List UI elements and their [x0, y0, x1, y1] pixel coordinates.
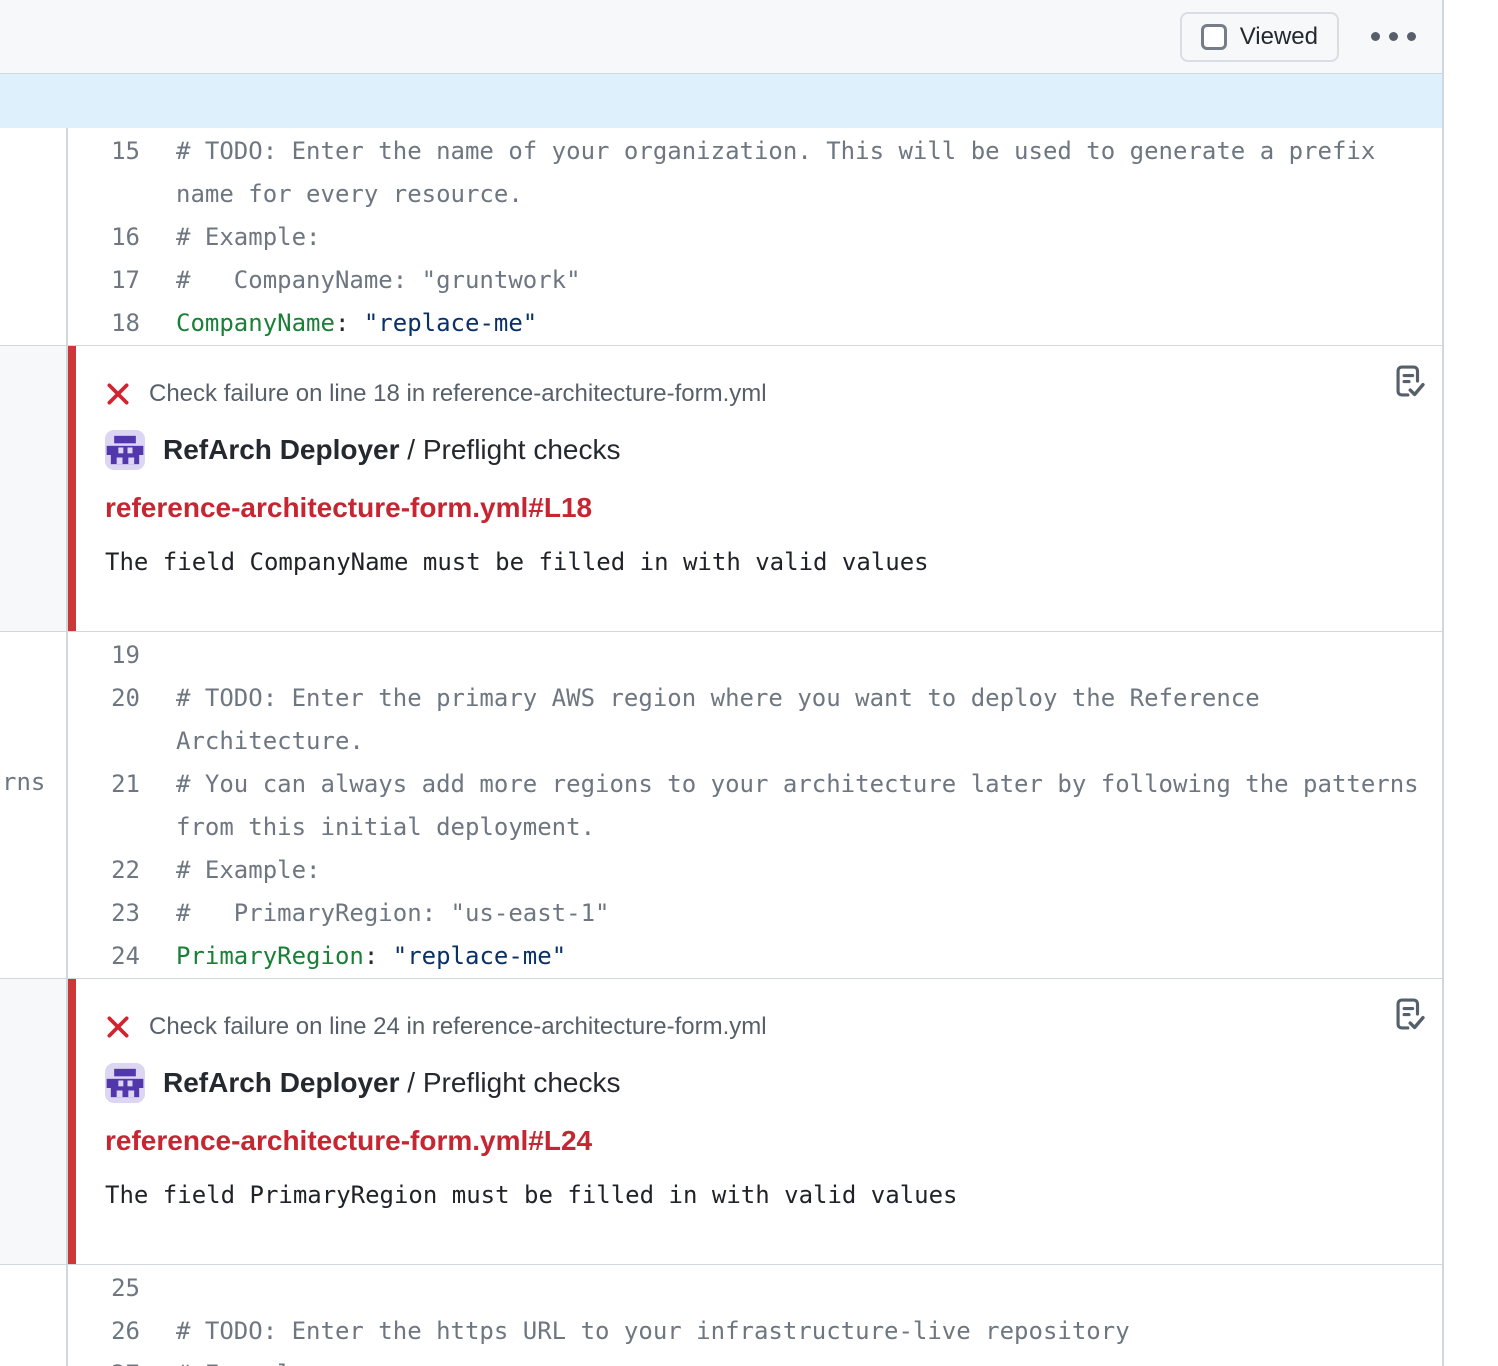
kebab-dot [1371, 32, 1380, 41]
code-line-row: 19 [68, 634, 1442, 677]
line-number[interactable]: 20 [68, 677, 140, 763]
app-name: RefArch Deployer [163, 1067, 400, 1098]
annotation-message: The field CompanyName must be filled in … [105, 548, 1382, 576]
viewed-checkbox-icon[interactable] [1201, 24, 1227, 50]
line-number[interactable]: 26 [68, 1310, 140, 1353]
new-side-code: 15# TODO: Enter the name of your organiz… [68, 128, 1442, 345]
code-text: # CompanyName: "gruntwork" [140, 259, 1442, 302]
checklist-icon [1392, 995, 1426, 1033]
viewed-label: Viewed [1240, 23, 1318, 51]
line-number[interactable]: 19 [68, 634, 140, 677]
check-failure-x-icon [105, 381, 131, 407]
code-text: # TODO: Enter the primary AWS region whe… [140, 677, 1442, 763]
code-line-row: 18CompanyName: "replace-me" [68, 302, 1442, 345]
line-number[interactable]: 27 [68, 1353, 140, 1366]
code-line-row: 26# TODO: Enter the https URL to your in… [68, 1310, 1442, 1353]
check-suite-context: / Preflight checks [407, 1067, 620, 1098]
code-text: # Example: [140, 1353, 1442, 1366]
line-number[interactable]: 15 [68, 130, 140, 216]
kebab-dot [1389, 32, 1398, 41]
line-number[interactable]: 21 [68, 763, 140, 849]
code-text [140, 1267, 1442, 1310]
check-failure-x-icon [105, 1014, 131, 1040]
code-line-row: 25 [68, 1267, 1442, 1310]
new-side-code: 2526# TODO: Enter the https URL to your … [68, 1265, 1442, 1366]
check-run-name: RefArch Deployer / Preflight checks [163, 434, 621, 466]
line-number[interactable]: 18 [68, 302, 140, 345]
code-text: # You can always add more regions to you… [140, 763, 1442, 849]
code-text: # Example: [140, 849, 1442, 892]
diff-file-panel: Viewed 15# TODO: Enter the name of your … [0, 0, 1444, 1366]
code-line-row: 24PrimaryRegion: "replace-me" [68, 935, 1442, 978]
annotation-file-link[interactable]: reference-architecture-form.yml#L24 [105, 1125, 592, 1157]
line-number[interactable]: 22 [68, 849, 140, 892]
line-number[interactable]: 17 [68, 259, 140, 302]
code-section-lines-19-24: rns 1920# TODO: Enter the primary AWS re… [0, 632, 1442, 978]
code-text [140, 634, 1442, 677]
hunk-header-row[interactable] [0, 74, 1442, 128]
code-line-row: 27# Example: [68, 1353, 1442, 1366]
check-failure-annotation: Check failure on line 24 in reference-ar… [68, 979, 1442, 1264]
kebab-dot [1407, 32, 1416, 41]
code-line-row: 22# Example: [68, 849, 1442, 892]
line-number[interactable]: 23 [68, 892, 140, 935]
code-section-lines-15-18: 15# TODO: Enter the name of your organiz… [0, 128, 1442, 345]
annotation-message: The field PrimaryRegion must be filled i… [105, 1181, 1382, 1209]
old-side-cutoff-text: rns [2, 761, 45, 804]
code-section-lines-25-27: 2526# TODO: Enter the https URL to your … [0, 1265, 1442, 1366]
code-text: # TODO: Enter the name of your organizat… [140, 130, 1442, 216]
code-line-row: 23# PrimaryRegion: "us-east-1" [68, 892, 1442, 935]
old-side-pane [0, 979, 68, 1264]
code-line-row: 15# TODO: Enter the name of your organiz… [68, 130, 1442, 216]
line-number[interactable]: 25 [68, 1267, 140, 1310]
code-line-row: 17# CompanyName: "gruntwork" [68, 259, 1442, 302]
file-options-kebab-icon[interactable] [1365, 22, 1422, 51]
check-run-name: RefArch Deployer / Preflight checks [163, 1067, 621, 1099]
old-side-pane [0, 1265, 68, 1366]
annotation-header-text: Check failure on line 18 in reference-ar… [149, 380, 767, 408]
code-text: # Example: [140, 216, 1442, 259]
app-name: RefArch Deployer [163, 434, 400, 465]
line-number[interactable]: 24 [68, 935, 140, 978]
old-side-pane [0, 128, 68, 345]
annotation-header-text: Check failure on line 24 in reference-ar… [149, 1013, 767, 1041]
code-text: CompanyName: "replace-me" [140, 302, 1442, 345]
code-line-row: 21# You can always add more regions to y… [68, 763, 1442, 849]
check-annotation-row: Check failure on line 18 in reference-ar… [0, 345, 1442, 632]
code-line-row: 20# TODO: Enter the primary AWS region w… [68, 677, 1442, 763]
code-line-row: 16# Example: [68, 216, 1442, 259]
check-failure-annotation: Check failure on line 18 in reference-ar… [68, 346, 1442, 631]
line-number[interactable]: 16 [68, 216, 140, 259]
checklist-icon [1392, 362, 1426, 400]
annotation-file-link[interactable]: reference-architecture-form.yml#L18 [105, 492, 592, 524]
check-annotation-row: Check failure on line 24 in reference-ar… [0, 978, 1442, 1265]
refarch-deployer-avatar-icon [105, 1063, 145, 1103]
file-header-bar: Viewed [0, 0, 1442, 74]
refarch-deployer-avatar-icon [105, 430, 145, 470]
old-side-pane [0, 346, 68, 631]
code-text: # PrimaryRegion: "us-east-1" [140, 892, 1442, 935]
code-text: PrimaryRegion: "replace-me" [140, 935, 1442, 978]
viewed-button[interactable]: Viewed [1180, 12, 1339, 62]
new-side-code: 1920# TODO: Enter the primary AWS region… [68, 632, 1442, 978]
code-text: # TODO: Enter the https URL to your infr… [140, 1310, 1442, 1353]
check-suite-context: / Preflight checks [407, 434, 620, 465]
old-side-pane: rns [0, 632, 68, 978]
